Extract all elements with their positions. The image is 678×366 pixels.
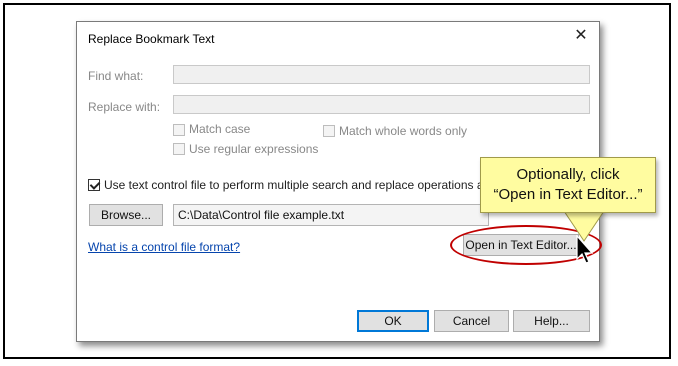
help-button[interactable]: Help... xyxy=(513,310,590,332)
control-file-path-input[interactable]: C:\Data\Control file example.txt xyxy=(173,204,489,226)
callout-line-2: “Open in Text Editor...” xyxy=(493,186,643,203)
use-control-file-label: Use text control file to perform multipl… xyxy=(104,178,517,192)
regex-checkbox[interactable] xyxy=(173,143,185,155)
find-what-label: Find what: xyxy=(88,69,144,83)
regex-label: Use regular expressions xyxy=(189,142,319,156)
control-file-path-value: C:\Data\Control file example.txt xyxy=(178,208,345,222)
instruction-callout: Optionally, click “Open in Text Editor..… xyxy=(480,157,656,213)
use-control-file-checkbox[interactable] xyxy=(88,179,100,191)
replace-with-label: Replace with: xyxy=(88,100,161,114)
mouse-pointer-icon xyxy=(576,235,594,264)
browse-button[interactable]: Browse... xyxy=(89,204,163,226)
ok-button[interactable]: OK xyxy=(357,310,429,332)
match-whole-words-checkbox[interactable] xyxy=(323,125,335,137)
cancel-button[interactable]: Cancel xyxy=(434,310,509,332)
replace-with-input[interactable] xyxy=(173,95,590,114)
match-case-checkbox[interactable] xyxy=(173,124,185,136)
close-icon[interactable]: ✕ xyxy=(571,26,591,46)
control-file-format-link[interactable]: What is a control file format? xyxy=(88,240,240,254)
find-what-input[interactable] xyxy=(173,65,590,84)
dialog-title: Replace Bookmark Text xyxy=(88,32,215,46)
match-whole-words-label: Match whole words only xyxy=(339,124,468,138)
callout-line-1: Optionally, click xyxy=(516,166,620,183)
match-case-label: Match case xyxy=(189,122,251,136)
